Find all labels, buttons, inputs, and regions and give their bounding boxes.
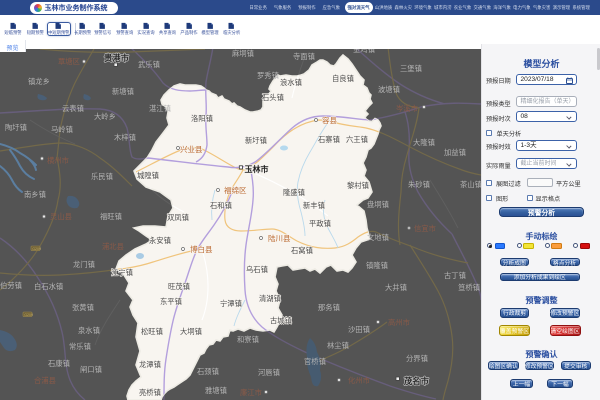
svg-text:大隆镇: 大隆镇 xyxy=(413,138,435,147)
svg-text:湛江镇: 湛江镇 xyxy=(149,104,171,113)
svg-text:和寮镇: 和寮镇 xyxy=(237,335,259,344)
svg-text:浦北县: 浦北县 xyxy=(102,242,124,251)
svg-text:镇龙乡: 镇龙乡 xyxy=(28,77,50,86)
svg-text:信宜市: 信宜市 xyxy=(414,224,436,233)
svg-text:笪桥镇: 笪桥镇 xyxy=(458,283,480,292)
svg-text:G209: G209 xyxy=(24,313,33,317)
svg-text:旺茂镇: 旺茂镇 xyxy=(168,282,190,291)
svg-text:石和镇: 石和镇 xyxy=(210,201,232,210)
svg-text:石寨镇: 石寨镇 xyxy=(318,135,340,144)
svg-text:黎村镇: 黎村镇 xyxy=(347,181,369,190)
svg-text:大井镇: 大井镇 xyxy=(385,283,407,292)
svg-text:六王镇: 六王镇 xyxy=(346,135,368,144)
svg-text:新塘镇: 新塘镇 xyxy=(112,87,134,96)
svg-text:大岭乡: 大岭乡 xyxy=(94,112,116,121)
svg-text:南乡镇: 南乡镇 xyxy=(24,190,46,199)
svg-text:石康镇: 石康镇 xyxy=(48,359,70,368)
svg-text:石窝镇: 石窝镇 xyxy=(291,246,313,255)
svg-text:茶山镇: 茶山镇 xyxy=(460,180,481,189)
svg-text:闸口镇: 闸口镇 xyxy=(80,365,102,374)
svg-text:镇隆镇: 镇隆镇 xyxy=(366,261,388,270)
svg-text:化州市: 化州市 xyxy=(348,376,370,385)
svg-text:乌石镇: 乌石镇 xyxy=(246,265,268,274)
svg-text:林尘镇: 林尘镇 xyxy=(327,341,349,350)
svg-text:沙田镇: 沙田镇 xyxy=(348,325,370,334)
svg-text:古丁镇: 古丁镇 xyxy=(444,271,466,280)
svg-text:龙门镇: 龙门镇 xyxy=(73,260,95,269)
svg-text:双凤镇: 双凤镇 xyxy=(167,213,189,222)
svg-text:石头镇: 石头镇 xyxy=(262,93,284,102)
svg-text:隆盛镇: 隆盛镇 xyxy=(283,188,305,197)
svg-text:常乐镇: 常乐镇 xyxy=(69,342,91,351)
svg-text:覃塘区: 覃塘区 xyxy=(58,57,80,66)
svg-text:永安镇: 永安镇 xyxy=(149,236,171,245)
svg-text:文地镇: 文地镇 xyxy=(367,233,389,242)
svg-text:高州市: 高州市 xyxy=(388,318,410,327)
svg-text:新圩镇: 新圩镇 xyxy=(245,136,267,145)
svg-text:合浦县: 合浦县 xyxy=(34,376,56,385)
svg-text:大垌镇: 大垌镇 xyxy=(180,327,202,336)
svg-text:城隍镇: 城隍镇 xyxy=(137,171,159,180)
svg-text:寺面镇: 寺面镇 xyxy=(293,52,315,61)
svg-text:洛阳镇: 洛阳镇 xyxy=(191,114,213,123)
svg-text:清湖镇: 清湖镇 xyxy=(259,294,281,303)
svg-text:波塘镇: 波塘镇 xyxy=(378,85,400,94)
svg-text:张黄镇: 张黄镇 xyxy=(72,303,94,312)
svg-text:陶圩镇: 陶圩镇 xyxy=(5,123,27,132)
svg-text:兴业县: 兴业县 xyxy=(180,144,203,154)
svg-text:龙潭镇: 龙潭镇 xyxy=(139,360,161,369)
svg-text:贵港市: 贵港市 xyxy=(104,53,130,63)
svg-text:陆川县: 陆川县 xyxy=(268,233,291,243)
svg-text:玉林市: 玉林市 xyxy=(245,164,269,174)
svg-text:木梓镇: 木梓镇 xyxy=(114,133,136,142)
svg-text:新丰镇: 新丰镇 xyxy=(303,201,325,210)
svg-text:云表镇: 云表镇 xyxy=(62,104,84,113)
svg-text:白石水镇: 白石水镇 xyxy=(34,282,63,291)
svg-text:石颈镇: 石颈镇 xyxy=(197,367,219,376)
svg-text:亮桥镇: 亮桥镇 xyxy=(139,388,161,397)
svg-text:平政镇: 平政镇 xyxy=(309,219,331,228)
svg-text:麻垌镇: 麻垌镇 xyxy=(232,49,254,58)
svg-text:官桥镇: 官桥镇 xyxy=(304,357,326,366)
svg-text:福旺镇: 福旺镇 xyxy=(100,212,122,221)
svg-text:东平镇: 东平镇 xyxy=(160,297,182,306)
svg-text:雅塘镇: 雅塘镇 xyxy=(205,386,227,395)
svg-text:博白县: 博白县 xyxy=(190,244,213,254)
svg-text:马岭镇: 马岭镇 xyxy=(51,125,73,134)
svg-text:茂名市: 茂名市 xyxy=(404,376,430,386)
svg-text:浪水镇: 浪水镇 xyxy=(280,78,302,87)
svg-text:罗秀镇: 罗秀镇 xyxy=(257,71,279,80)
svg-text:那务镇: 那务镇 xyxy=(318,303,340,312)
svg-text:古城镇: 古城镇 xyxy=(270,316,292,325)
svg-text:江宁镇: 江宁镇 xyxy=(111,268,133,277)
svg-text:三堡镇: 三堡镇 xyxy=(400,64,422,73)
svg-text:自良镇: 自良镇 xyxy=(332,74,354,83)
svg-text:乐民镇: 乐民镇 xyxy=(91,172,113,181)
svg-text:G209: G209 xyxy=(32,247,41,251)
svg-text:伯劳镇: 伯劳镇 xyxy=(0,281,22,290)
svg-text:宁潭镇: 宁潭镇 xyxy=(220,299,242,308)
svg-text:廉江市: 廉江市 xyxy=(240,388,262,397)
svg-text:加益镇: 加益镇 xyxy=(444,148,466,157)
svg-text:分界镇: 分界镇 xyxy=(406,354,428,363)
svg-text:盘垌镇: 盘垌镇 xyxy=(367,200,389,209)
svg-text:横州市: 横州市 xyxy=(47,156,69,165)
svg-text:河唇镇: 河唇镇 xyxy=(258,368,280,377)
svg-text:岑溪市: 岑溪市 xyxy=(396,104,418,113)
svg-text:福绵区: 福绵区 xyxy=(224,185,247,195)
svg-text:武乐镇: 武乐镇 xyxy=(138,60,160,69)
svg-text:容县: 容县 xyxy=(322,115,337,125)
svg-text:朱砂镇: 朱砂镇 xyxy=(408,180,430,189)
svg-text:灵山县: 灵山县 xyxy=(50,212,72,221)
svg-text:松旺镇: 松旺镇 xyxy=(141,327,163,336)
svg-text:泉水镇: 泉水镇 xyxy=(78,326,100,335)
